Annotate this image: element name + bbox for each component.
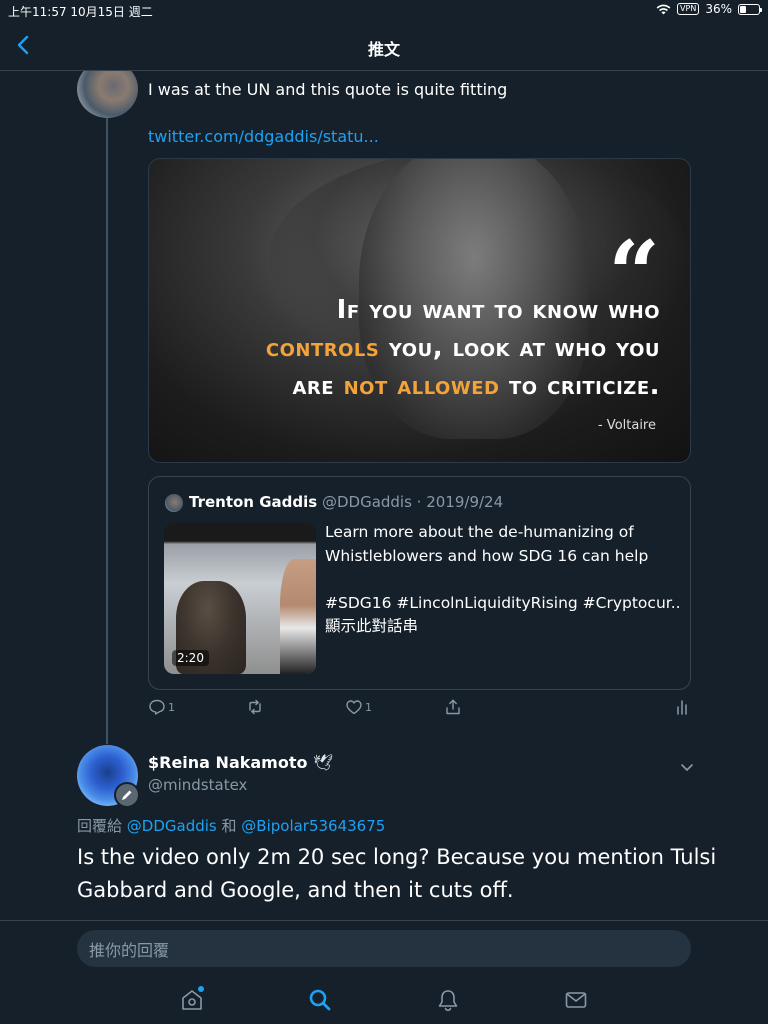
analytics-button[interactable] [673,698,691,716]
video-person [280,559,316,674]
quote-line-1: If you want to know who [336,295,660,325]
share-button[interactable] [444,698,462,716]
reply-author-name-text: $Reina Nakamoto [148,753,308,772]
mention-link[interactable]: @DDGaddis [127,817,217,835]
quote-line-2-rest: you, look at who you [379,333,660,363]
reply-placeholder: 推你的回覆 [89,940,170,960]
reply-icon [149,699,165,715]
nav-bar: 推文 [0,20,768,71]
heart-icon [346,700,362,715]
divider [0,920,768,921]
quote-line-3-end: to criticize. [499,371,660,401]
tab-home[interactable] [179,986,205,1013]
tab-bar [0,980,768,1024]
quote-author: - Voltaire [597,418,656,433]
status-indicators: VPN 36% [656,2,762,16]
bell-icon [438,990,458,1012]
reply-prefix: 回覆給 [77,817,127,835]
like-count: 1 [365,700,372,714]
quote-highlight: controls [265,333,380,363]
quoted-text-line: Learn more about the de-humanizing of [325,523,634,541]
pencil-icon [122,790,132,800]
quoted-tweet-text: Learn more about the de-humanizing of Wh… [325,521,680,639]
reply-author-name: $Reina Nakamoto 🕊 [148,753,333,772]
tweet-link[interactable]: twitter.com/ddgaddis/statu... [148,127,379,146]
analytics-icon [677,700,687,715]
video-duration: 2:20 [172,650,209,666]
status-bar: 上午11:57 10月15日 週二 VPN 36% [0,0,768,20]
quoted-tweet-card[interactable]: Trenton Gaddis @DDGaddis · 2019/9/24 2:2… [148,476,691,690]
edit-badge [114,782,140,808]
reply-button[interactable]: 1 [148,698,175,716]
dove-emoji: 🕊 [313,753,334,772]
vpn-badge: VPN [677,3,700,15]
quoted-text-line: Whistleblowers and how SDG 16 can help [325,546,649,565]
quote-line-2: controls you, look at who you [266,329,660,367]
video-thumbnail[interactable]: 2:20 [164,523,316,674]
avatar [165,494,183,512]
mail-icon [565,992,587,1008]
tab-notifications[interactable] [435,987,461,1013]
tab-search[interactable] [307,987,333,1013]
mention-link[interactable]: @Bipolar53643675 [241,817,385,835]
quoted-hashtags: #SDG16 #LincolnLiquidityRising #Cryptocu… [325,593,680,612]
reply-text: Is the video only 2m 20 sec long? Becaus… [77,845,717,902]
notification-dot [198,986,204,992]
tab-messages[interactable] [563,987,589,1013]
quoted-author-meta: @DDGaddis · 2019/9/24 [317,493,504,511]
like-button[interactable]: 1 [345,698,372,716]
status-time-date: 上午11:57 10月15日 週二 [8,5,153,19]
thread-connector-line [106,118,108,744]
reply-joiner: 和 [216,817,242,835]
reply-count: 1 [168,700,175,714]
reply-input[interactable]: 推你的回覆 [77,930,691,967]
battery-level [740,5,747,13]
replying-to: 回覆給 @DDGaddis 和 @Bipolar53643675 [77,815,385,836]
wifi-icon [656,4,671,14]
tweet-image[interactable]: “ If you want to know who controls you, … [148,158,691,463]
battery-percent: 36% [705,2,732,16]
quoted-tweet-header: Trenton Gaddis @DDGaddis · 2019/9/24 [189,493,503,511]
quote-text: If you want to know who controls you, lo… [266,291,660,405]
quoted-author-name: Trenton Gaddis [189,493,318,511]
reply-author-handle: @mindstatex [148,776,248,794]
quote-line-3: are not allowed to criticize. [266,367,660,405]
battery-icon [738,3,762,15]
show-thread-link[interactable]: 顯示此對話串 [325,615,680,639]
quote-line-3-start: are [292,371,344,401]
share-icon [446,699,460,715]
search-icon [309,989,331,1011]
retweet-icon [249,699,261,715]
tweet-text: I was at the UN and this quote is quite … [148,80,508,99]
tweet-actions: 1 1 [148,698,693,722]
quote-highlight: not allowed [343,371,500,401]
retweet-button[interactable] [246,698,264,716]
chevron-down-icon[interactable] [679,759,695,775]
page-title: 推文 [367,40,400,59]
